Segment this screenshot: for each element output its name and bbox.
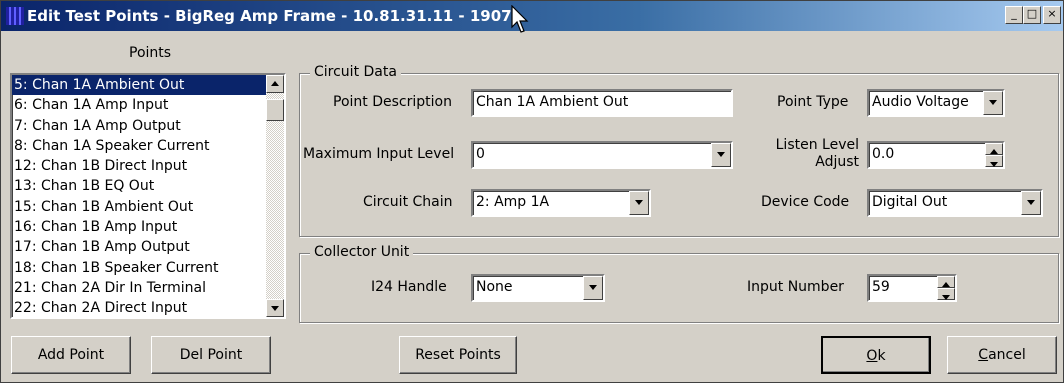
edit-test-points-dialog: Edit Test Points - BigReg Amp Frame - 10…: [0, 0, 1064, 383]
point-description-value: Chan 1A Ambient Out: [476, 94, 629, 110]
points-list-item[interactable]: 21: Chan 2A Dir In Terminal: [12, 278, 266, 298]
points-list-item[interactable]: 18: Chan 1B Speaker Current: [12, 258, 266, 278]
max-input-level-label: Maximum Input Level: [303, 146, 455, 162]
points-list-item[interactable]: 12: Chan 1B Direct Input: [12, 156, 266, 176]
spin-up-icon[interactable]: [985, 143, 1003, 155]
cancel-button[interactable]: Cancel: [947, 336, 1057, 374]
i24-handle-value: None: [476, 279, 513, 295]
ok-button[interactable]: Ok: [821, 336, 931, 374]
device-code-value: Digital Out: [872, 194, 948, 210]
points-label: Points: [129, 45, 172, 61]
point-description-field[interactable]: Chan 1A Ambient Out: [471, 89, 733, 117]
collector-unit-title: Collector Unit: [310, 244, 414, 260]
points-list-item[interactable]: 5: Chan 1A Ambient Out: [12, 75, 266, 96]
i24-handle-dropdown[interactable]: None: [471, 274, 605, 302]
cancel-label-rest: ancel: [988, 347, 1026, 363]
mouse-pointer-icon: [511, 5, 529, 33]
cancel-accel-key: C: [978, 347, 989, 363]
scroll-thumb[interactable]: [266, 99, 284, 121]
max-input-level-value: 0: [476, 146, 485, 162]
listen-level-spin-buttons[interactable]: [985, 143, 1003, 167]
circuit-chain-dropdown[interactable]: 2: Amp 1A: [471, 189, 651, 217]
window-title: Edit Test Points - BigReg Amp Frame - 10…: [27, 7, 512, 25]
circuit-chain-label: Circuit Chain: [363, 194, 453, 210]
listen-level-spinner[interactable]: 0.0: [867, 141, 1005, 169]
points-listbox[interactable]: 5: Chan 1A Ambient Out 6: Chan 1A Amp Inp…: [10, 73, 286, 319]
ok-accel-key: O: [866, 348, 878, 364]
chevron-down-icon[interactable]: [629, 191, 649, 215]
chevron-down-icon[interactable]: [1021, 191, 1041, 215]
listen-level-label-line1: Listen Level: [775, 137, 859, 153]
points-list-item[interactable]: 7: Chan 1A Amp Output: [12, 116, 266, 136]
title-bar[interactable]: Edit Test Points - BigReg Amp Frame - 10…: [1, 1, 1063, 33]
point-description-label: Point Description: [333, 94, 452, 110]
scroll-down-button[interactable]: [266, 299, 284, 317]
spin-down-icon[interactable]: [985, 155, 1003, 167]
point-type-value: Audio Voltage: [872, 94, 969, 110]
ok-label-rest: k: [877, 348, 886, 364]
del-point-button[interactable]: Del Point: [151, 336, 271, 374]
spin-up-icon[interactable]: [937, 276, 955, 288]
input-number-spin-buttons[interactable]: [937, 276, 955, 300]
points-list-item[interactable]: 17: Chan 1B Amp Output: [12, 237, 266, 257]
points-list-item[interactable]: 13: Chan 1B EQ Out: [12, 176, 266, 196]
chevron-down-icon[interactable]: [711, 143, 731, 167]
device-code-dropdown[interactable]: Digital Out: [867, 189, 1043, 217]
app-icon: [6, 7, 24, 25]
minimize-button[interactable]: _: [1005, 6, 1023, 24]
points-scrollbar[interactable]: [266, 75, 284, 317]
points-list-items: 5: Chan 1A Ambient Out 6: Chan 1A Amp Inp…: [12, 75, 266, 319]
device-code-label: Device Code: [761, 194, 850, 210]
point-type-label: Point Type: [777, 94, 849, 110]
chevron-down-icon[interactable]: [583, 276, 603, 300]
listen-level-label-line2: Adjust: [815, 154, 859, 170]
reset-points-button[interactable]: Reset Points: [399, 336, 517, 374]
listen-level-label: Listen Level Adjust: [761, 137, 859, 171]
listen-level-value: 0.0: [872, 146, 895, 162]
circuit-data-title: Circuit Data: [310, 64, 401, 80]
input-number-value: 59: [872, 279, 890, 295]
close-button[interactable]: ×: [1043, 6, 1061, 24]
i24-handle-label: I24 Handle: [371, 279, 447, 295]
points-list-item[interactable]: 22: Chan 2A Direct Input: [12, 298, 266, 318]
points-list-item[interactable]: 8: Chan 1A Speaker Current: [12, 136, 266, 156]
point-type-dropdown[interactable]: Audio Voltage: [867, 89, 1005, 117]
circuit-chain-value: 2: Amp 1A: [476, 194, 550, 210]
points-list-item[interactable]: 6: Chan 1A Amp Input: [12, 95, 266, 115]
chevron-down-icon[interactable]: [983, 91, 1003, 115]
maximize-button[interactable]: □: [1023, 6, 1041, 24]
points-list-item[interactable]: 16: Chan 1B Amp Input: [12, 217, 266, 237]
points-list-item[interactable]: 15: Chan 1B Ambient Out: [12, 197, 266, 217]
input-number-label: Input Number: [747, 279, 844, 295]
input-number-spinner[interactable]: 59: [867, 274, 957, 302]
max-input-level-dropdown[interactable]: 0: [471, 141, 733, 169]
spin-down-icon[interactable]: [937, 288, 955, 300]
add-point-button[interactable]: Add Point: [11, 336, 131, 374]
scroll-up-button[interactable]: [266, 75, 284, 93]
